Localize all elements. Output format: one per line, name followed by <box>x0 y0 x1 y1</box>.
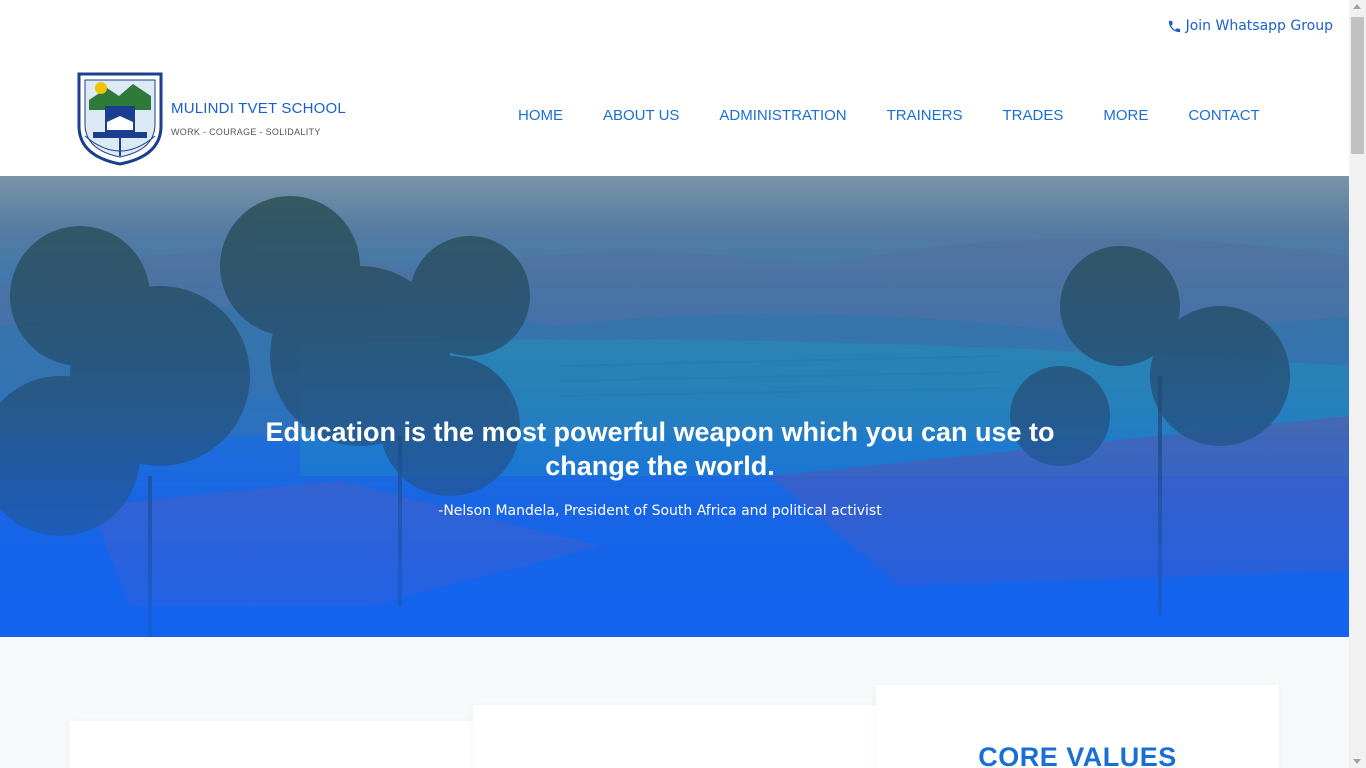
core-values-card: CORE VALUES <box>876 685 1279 768</box>
hero-banner: Education is the most powerful weapon wh… <box>0 176 1349 637</box>
hero-attribution: -Nelson Mandela, President of South Afri… <box>438 503 882 519</box>
feature-card <box>70 721 473 768</box>
feature-card <box>473 705 876 768</box>
brand-text: MULINDI TVET SCHOOL WORK - COURAGE - SOL… <box>171 96 346 137</box>
main-nav: HOME ABOUT US ADMINISTRATION TRAINERS TR… <box>518 107 1260 124</box>
scroll-down-icon[interactable] <box>1353 759 1361 764</box>
hero-background-image <box>0 176 1349 637</box>
scroll-up-icon[interactable] <box>1353 4 1361 9</box>
whatsapp-group-label: Join Whatsapp Group <box>1185 18 1333 34</box>
nav-item-contact[interactable]: CONTACT <box>1188 107 1259 124</box>
phone-icon <box>1168 20 1180 32</box>
page: Join Whatsapp Group MULINDI TVET SCHOOL … <box>0 0 1349 768</box>
nav-item-administration[interactable]: ADMINISTRATION <box>719 107 846 124</box>
brand[interactable]: MULINDI TVET SCHOOL WORK - COURAGE - SOL… <box>75 66 346 166</box>
site-header: Join Whatsapp Group MULINDI TVET SCHOOL … <box>0 0 1349 176</box>
nav-item-home[interactable]: HOME <box>518 107 563 124</box>
brand-motto: WORK - COURAGE - SOLIDALITY <box>171 126 321 137</box>
nav-item-trades[interactable]: TRADES <box>1002 107 1063 124</box>
school-logo <box>77 72 163 166</box>
scrollbar-thumb[interactable] <box>1351 17 1364 154</box>
hero-quote: Education is the most powerful weapon wh… <box>265 417 1055 481</box>
brand-name: MULINDI TVET SCHOOL <box>171 99 346 117</box>
nav-item-more[interactable]: MORE <box>1103 107 1148 124</box>
nav-item-trainers[interactable]: TRAINERS <box>887 107 963 124</box>
core-values-title: CORE VALUES <box>978 742 1177 768</box>
nav-item-about-us[interactable]: ABOUT US <box>603 107 679 124</box>
whatsapp-group-link[interactable]: Join Whatsapp Group <box>1167 18 1333 34</box>
page-scrollbar[interactable] <box>1349 0 1366 768</box>
